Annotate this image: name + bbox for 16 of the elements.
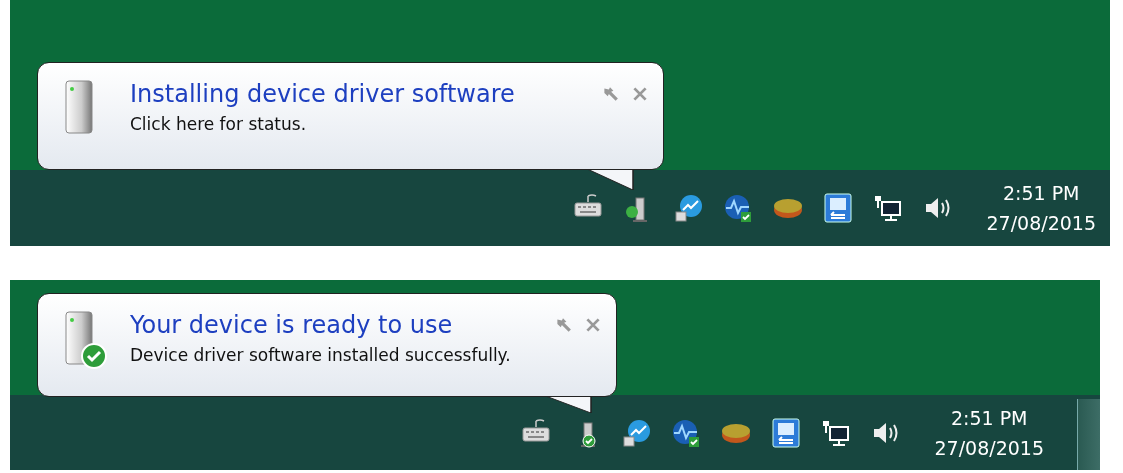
chart-icon <box>672 192 705 224</box>
clock-time: 2:51 PM <box>950 405 1028 431</box>
clock-date: 27/08/2015 <box>934 435 1044 461</box>
balloon-message: Click here for status. <box>130 113 308 136</box>
show-desktop-button[interactable] <box>1077 399 1100 470</box>
clock-time: 2:51 PM <box>1002 181 1080 206</box>
clock-date: 27/08/2015 <box>986 211 1096 236</box>
clock[interactable]: 2:51 PM 27/08/2015 <box>954 178 1110 238</box>
balloon-title: Installing device driver software <box>130 79 516 110</box>
notification-balloon[interactable]: Installing device driver software Click here for status. <box>37 62 664 170</box>
close-icon[interactable] <box>631 85 649 103</box>
notification-balloon[interactable]: Your device is ready to use Device driver software installed successfully. <box>37 293 617 397</box>
balloon-message: Device driver software installed successfully. <box>130 344 512 367</box>
balloon-title: Your device is ready to use <box>130 310 454 341</box>
clock[interactable]: 2:51 PM 27/08/2015 <box>902 402 1059 463</box>
close-icon[interactable] <box>584 316 602 334</box>
